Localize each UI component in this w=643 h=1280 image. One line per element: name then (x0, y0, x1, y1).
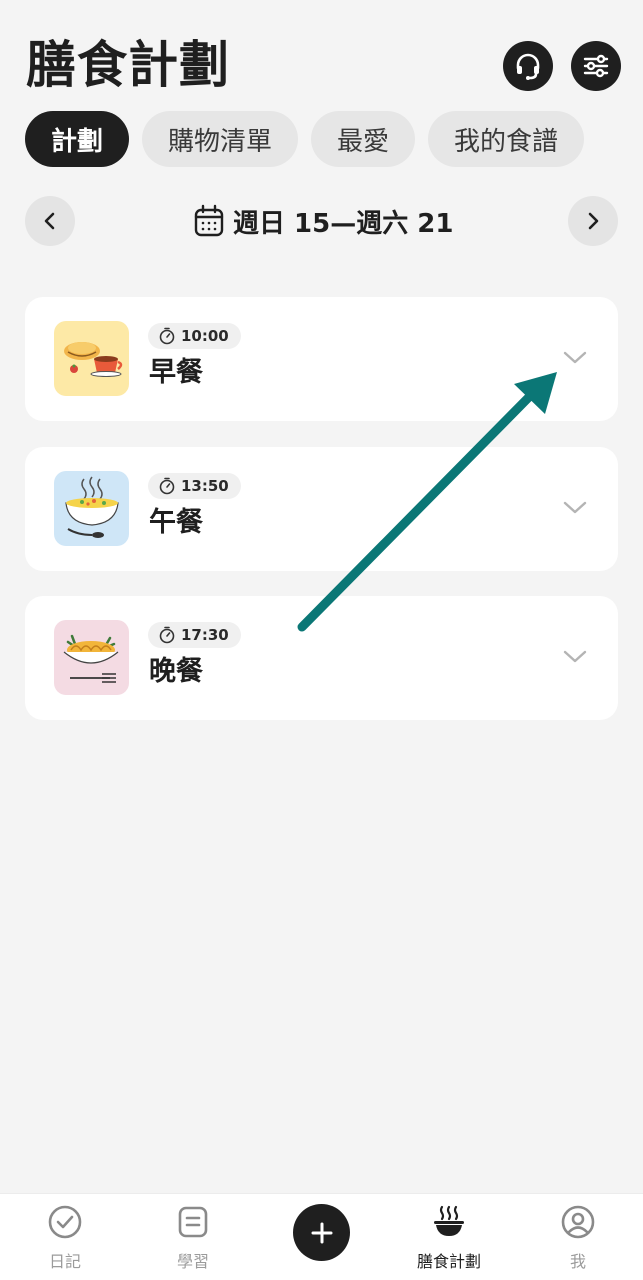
week-range[interactable]: 週日 15—週六 21 (193, 200, 453, 242)
add-button[interactable] (293, 1204, 350, 1261)
nav-label: 學習 (176, 1252, 209, 1271)
nav-label: 膳食計劃 (416, 1252, 481, 1271)
chevron-down-icon[interactable] (562, 646, 588, 666)
support-button[interactable] (503, 41, 553, 91)
meal-card-breakfast[interactable]: 10:00 早餐 (25, 297, 618, 421)
settings-button[interactable] (571, 41, 621, 91)
meal-name: 晚餐 (149, 656, 203, 687)
meal-thumbnail (54, 321, 129, 396)
meal-card-dinner[interactable]: 17:30 晚餐 (25, 596, 618, 720)
meal-thumbnail (54, 620, 129, 695)
meal-time-badge: 10:00 (148, 323, 241, 349)
tab-plan[interactable]: 計劃 (25, 111, 130, 167)
user-circle-icon (560, 1204, 596, 1240)
soup-bowl-icon (65, 476, 119, 538)
stopwatch-icon (159, 327, 175, 345)
meal-time: 13:50 (181, 477, 229, 495)
meal-card-lunch[interactable]: 13:50 午餐 (25, 447, 618, 571)
week-range-label: 週日 15—週六 21 (233, 208, 454, 239)
chevron-down-icon[interactable] (562, 347, 588, 367)
previous-week-button[interactable] (25, 196, 75, 246)
stopwatch-icon (159, 626, 175, 644)
tab-shopping-list[interactable]: 購物清單 (142, 111, 299, 167)
plus-icon (311, 1222, 332, 1243)
meal-time: 17:30 (181, 626, 229, 644)
meal-name: 早餐 (149, 357, 203, 388)
nav-diary[interactable]: 日記 (10, 1204, 120, 1272)
header: 膳食計劃 (0, 0, 643, 100)
nav-me[interactable]: 我 (523, 1204, 633, 1272)
meal-name: 午餐 (149, 507, 203, 538)
nav-learn[interactable]: 學習 (138, 1204, 248, 1272)
plan-tabs: 計劃 購物清單 最愛 我的食譜 (25, 111, 585, 167)
meal-time-badge: 17:30 (148, 622, 241, 648)
chevron-right-icon (588, 212, 599, 230)
chevron-left-icon (44, 212, 55, 230)
bottom-navigation: 日記 學習 膳食計劃 我 (0, 1193, 643, 1280)
sliders-icon (583, 54, 609, 78)
steaming-bowl-icon (431, 1204, 467, 1240)
week-navigator: 週日 15—週六 21 (25, 196, 618, 246)
check-circle-icon (47, 1204, 83, 1240)
calendar-icon (194, 204, 224, 237)
pastry-and-coffee-icon (64, 342, 123, 377)
page-title: 膳食計劃 (26, 36, 230, 94)
chevron-down-icon[interactable] (562, 497, 588, 517)
nav-label: 日記 (48, 1252, 81, 1271)
pasta-plate-icon (63, 634, 119, 683)
nav-meal-plan[interactable]: 膳食計劃 (394, 1204, 504, 1272)
nav-label: 我 (569, 1252, 586, 1271)
meal-time: 10:00 (181, 327, 229, 345)
meal-thumbnail (54, 471, 129, 546)
tab-favorites[interactable]: 最愛 (311, 111, 416, 167)
headset-icon (516, 53, 540, 80)
next-week-button[interactable] (568, 196, 618, 246)
stopwatch-icon (159, 477, 175, 495)
tab-my-recipes[interactable]: 我的食譜 (428, 111, 585, 167)
document-icon (175, 1204, 211, 1240)
meal-time-badge: 13:50 (148, 473, 241, 499)
